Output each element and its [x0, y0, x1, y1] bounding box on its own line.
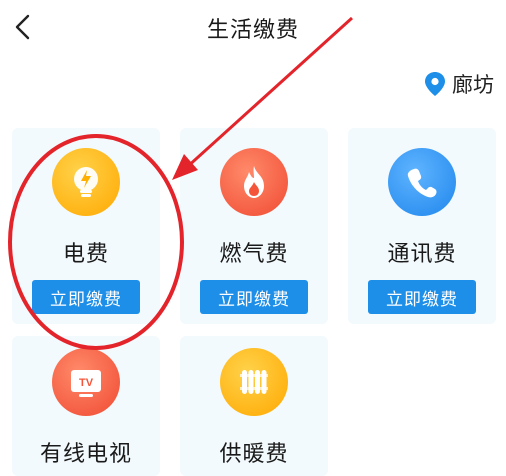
location-pin-icon: [425, 72, 445, 96]
telecom-card[interactable]: 通讯费 立即缴费: [348, 128, 496, 324]
gas-label: 燃气费: [219, 242, 289, 267]
tv-icon: TV: [52, 348, 120, 416]
cable-tv-label: 有线电视: [39, 442, 132, 467]
cable-tv-card[interactable]: TV 有线电视: [12, 336, 160, 476]
top-bar: 生活缴费: [0, 0, 506, 56]
electricity-card[interactable]: 电费 立即缴费: [12, 128, 160, 324]
location-city: 廊坊: [452, 73, 494, 97]
telecom-label: 通讯费: [387, 242, 457, 267]
telecom-pay-button[interactable]: 立即缴费: [368, 280, 476, 314]
svg-text:TV: TV: [79, 377, 94, 389]
electricity-label: 电费: [62, 242, 109, 267]
gas-pay-button[interactable]: 立即缴费: [200, 280, 308, 314]
radiator-icon: [220, 348, 288, 416]
page-title: 生活缴费: [206, 18, 299, 43]
flame-icon: [220, 148, 288, 216]
location-selector[interactable]: 廊坊: [424, 68, 494, 100]
heating-label: 供暖费: [219, 442, 289, 467]
gas-card[interactable]: 燃气费 立即缴费: [180, 128, 328, 324]
electricity-pay-button[interactable]: 立即缴费: [32, 280, 140, 314]
phone-icon: [388, 148, 456, 216]
lightning-bulb-icon: [52, 148, 120, 216]
heating-card[interactable]: 供暖费: [180, 336, 328, 476]
